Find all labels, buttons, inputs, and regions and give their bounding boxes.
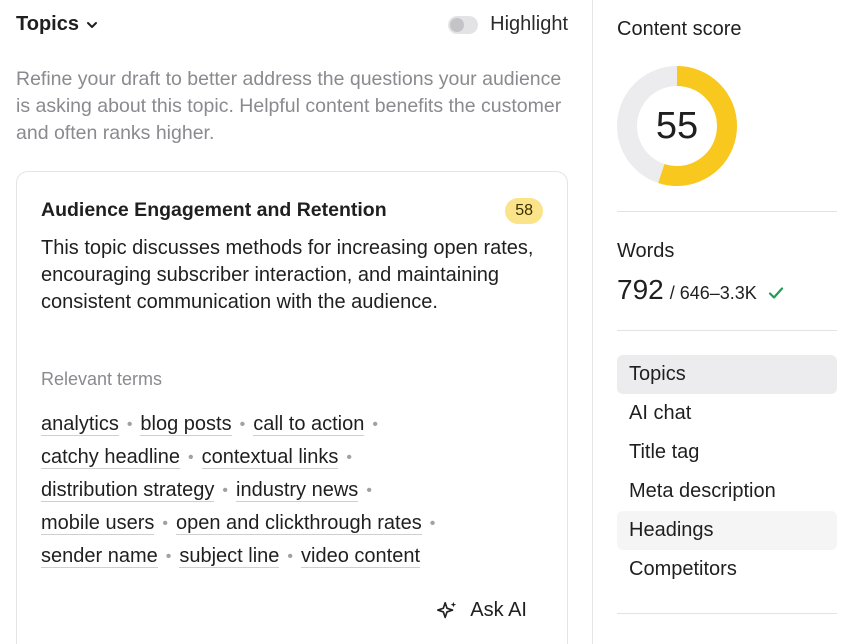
words-label: Words — [617, 240, 675, 262]
term-separator: • — [346, 448, 352, 466]
ask-ai-label: Ask AI — [470, 599, 527, 621]
term-separator: • — [366, 481, 372, 499]
relevant-term[interactable]: catchy headline — [41, 446, 180, 469]
divider — [617, 211, 837, 212]
sidebar-item-competitors[interactable]: Competitors — [617, 550, 837, 589]
sidebar-item-topics[interactable]: Topics — [617, 355, 837, 394]
terms-row: catchy headline • contextual links • — [41, 441, 561, 474]
term-separator: • — [429, 514, 436, 532]
term-separator: • — [187, 448, 194, 466]
topic-score-badge: 58 — [505, 198, 543, 224]
relevant-term[interactable]: mobile users — [41, 512, 155, 535]
relevant-term[interactable]: blog posts — [140, 413, 232, 436]
chevron-down-icon — [86, 21, 97, 28]
words-count: 792 — [617, 274, 664, 305]
sidebar-item-headings[interactable]: Headings — [617, 511, 837, 550]
terms-row: analytics • blog posts • call to action • — [41, 408, 561, 441]
sparkle-icon — [437, 601, 457, 618]
words-stat: 792 / 646–3.3K — [617, 274, 785, 306]
topic-card: Audience Engagement and Retention 58 Thi… — [16, 171, 568, 644]
sidebar-item-meta-description[interactable]: Meta description — [617, 472, 837, 511]
sidebar-nav: Topics AI chat Title tag Meta description He… — [617, 355, 837, 589]
term-separator: • — [165, 547, 172, 565]
content-score-label: Content score — [617, 18, 742, 40]
relevant-term[interactable]: call to action — [253, 413, 365, 436]
sidebar-item-ai-chat[interactable]: AI chat — [617, 394, 837, 433]
relevant-term[interactable]: analytics — [41, 413, 119, 436]
topics-panel: Topics Highlight Refine your draft to be… — [0, 0, 592, 644]
topics-dropdown-label: Topics — [16, 13, 79, 35]
topics-dropdown[interactable]: Topics — [16, 13, 99, 36]
relevant-term[interactable]: subject line — [179, 545, 280, 568]
intro-text: Refine your draft to better address the … — [16, 68, 562, 144]
term-separator: • — [222, 481, 229, 499]
sidebar-item-title-tag[interactable]: Title tag — [617, 433, 837, 472]
term-separator: • — [287, 547, 294, 565]
words-range: / 646–3.3K — [669, 283, 757, 303]
term-separator: • — [239, 415, 246, 433]
highlight-label: Highlight — [490, 13, 568, 35]
check-icon — [768, 287, 783, 299]
highlight-toggle[interactable] — [448, 15, 479, 34]
terms-row: distribution strategy • industry news • — [41, 474, 561, 507]
relevant-term[interactable]: industry news — [236, 479, 359, 502]
term-separator: • — [372, 415, 378, 433]
relevant-term[interactable]: sender name — [41, 545, 158, 568]
ask-ai-button[interactable]: Ask AI — [436, 599, 527, 622]
terms-row: sender name • subject line • video content — [41, 540, 561, 573]
terms-row: mobile users • open and clickthrough rates… — [41, 507, 561, 540]
topic-title: Audience Engagement and Retention — [41, 199, 387, 221]
relevant-terms-list: analytics • blog posts • call to action • catc… — [41, 408, 561, 573]
divider — [617, 330, 837, 331]
sidebar: Content score 55 Words 792 / 646–3.3K To… — [593, 0, 849, 644]
divider — [617, 613, 837, 614]
term-separator: • — [162, 514, 168, 532]
relevant-term[interactable]: open and clickthrough rates — [176, 512, 422, 535]
content-score-value: 55 — [655, 105, 699, 147]
highlight-control: Highlight — [448, 13, 568, 36]
term-separator: • — [126, 415, 133, 433]
relevant-term[interactable]: distribution strategy — [41, 479, 215, 502]
relevant-term[interactable]: contextual links — [201, 446, 339, 469]
topic-description: This topic discusses methods for increas… — [41, 237, 534, 313]
relevant-terms-label: Relevant terms — [41, 369, 163, 389]
relevant-term[interactable]: video content — [301, 545, 421, 568]
